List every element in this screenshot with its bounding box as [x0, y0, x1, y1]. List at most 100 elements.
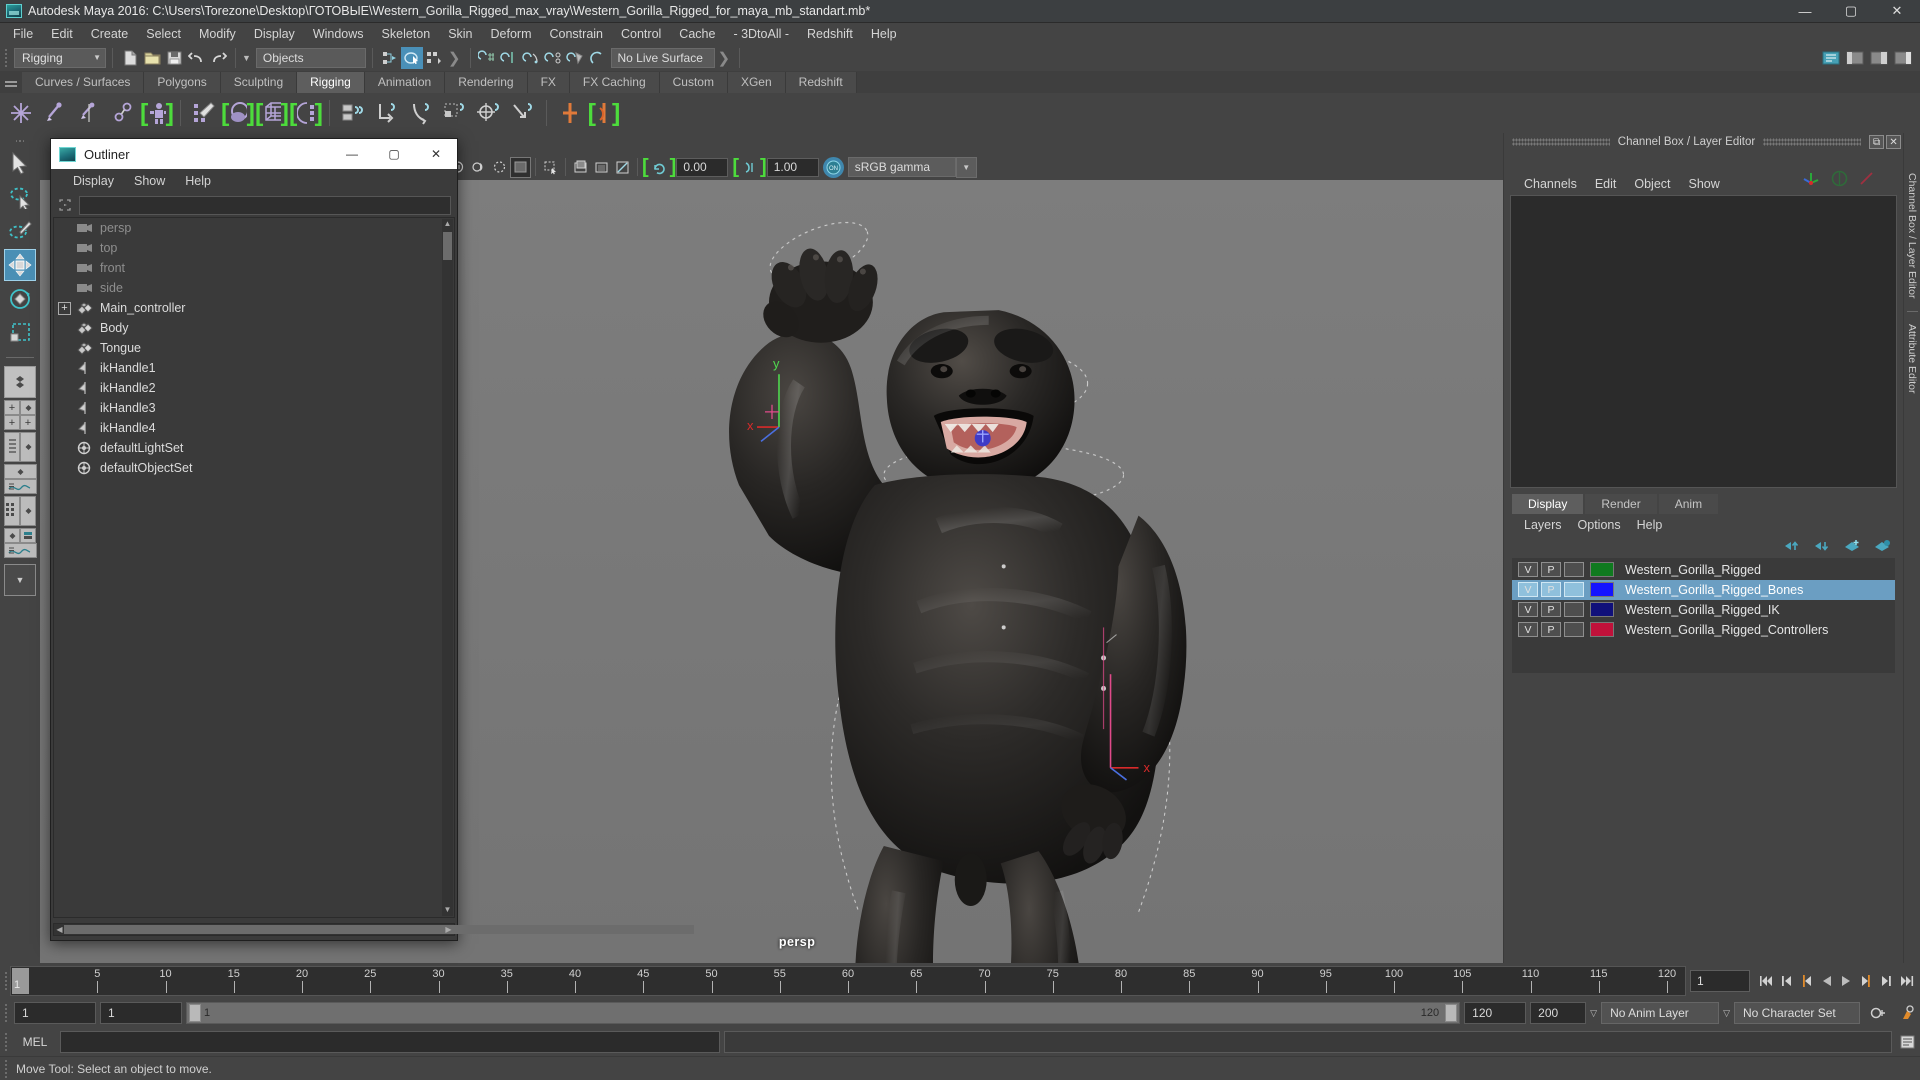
- layer-visibility-toggle[interactable]: V: [1518, 562, 1538, 577]
- shelf-tab-rendering[interactable]: Rendering: [445, 72, 528, 93]
- select-by-hierarchy-icon[interactable]: [379, 47, 401, 69]
- layer-display-type-toggle[interactable]: [1564, 562, 1584, 577]
- selection-mask-chevron-icon[interactable]: ▼: [242, 53, 256, 63]
- scrollbar-thumb[interactable]: [443, 232, 452, 260]
- outliner-menu-help[interactable]: Help: [175, 172, 221, 190]
- scroll-down-icon[interactable]: ▼: [442, 905, 453, 916]
- outliner-item-ikhandle2[interactable]: ikHandle2: [54, 378, 454, 398]
- show-hide-modeling-toolkit-icon[interactable]: [1844, 47, 1866, 69]
- shelf-menu-icon[interactable]: [0, 71, 22, 93]
- layer-name[interactable]: Western_Gorilla_Rigged_Bones: [1625, 583, 1803, 597]
- open-scene-icon[interactable]: [141, 47, 163, 69]
- anim-end-time-field[interactable]: 200: [1530, 1002, 1587, 1024]
- menu-skeleton[interactable]: Skeleton: [373, 25, 440, 43]
- two-sided-lighting-icon[interactable]: [570, 157, 591, 178]
- bind-skin-icon[interactable]: [ ]: [140, 96, 174, 130]
- layer-name[interactable]: Western_Gorilla_Rigged_IK: [1625, 603, 1780, 617]
- shelf-tab-fx[interactable]: FX: [527, 72, 570, 93]
- shelf-tab-redshift[interactable]: Redshift: [785, 72, 857, 93]
- outliner-item-tongue[interactable]: Tongue: [54, 338, 454, 358]
- layer-display-type-toggle[interactable]: [1564, 602, 1584, 617]
- layer-visibility-toggle[interactable]: V: [1518, 602, 1538, 617]
- scale-constraint-icon[interactable]: [438, 96, 472, 130]
- outliner-title-bar[interactable]: Outliner — ▢ ✕: [51, 139, 457, 169]
- layer-visibility-toggle[interactable]: V: [1518, 582, 1538, 597]
- outliner-item-top[interactable]: top: [54, 238, 454, 258]
- step-back-key-icon[interactable]: [1777, 970, 1796, 992]
- layer-row-western-gorilla-rigged-ik[interactable]: V P Western_Gorilla_Rigged_IK: [1512, 600, 1895, 620]
- layer-tab-anim[interactable]: Anim: [1658, 493, 1719, 514]
- outliner-item-side[interactable]: side: [54, 278, 454, 298]
- snap-to-view-plane-icon[interactable]: [565, 47, 587, 69]
- persp-graph-layout-icon[interactable]: [3, 464, 37, 494]
- outliner-minimize-button[interactable]: —: [331, 139, 373, 169]
- menu-skin[interactable]: Skin: [439, 25, 481, 43]
- aim-constraint-icon[interactable]: [472, 96, 506, 130]
- outliner-item-ikhandle4[interactable]: ikHandle4: [54, 418, 454, 438]
- layer-color-swatch[interactable]: [1590, 562, 1614, 577]
- go-to-start-icon[interactable]: [1757, 970, 1776, 992]
- toolbar-collapse-2-icon[interactable]: ❯: [715, 49, 734, 67]
- layer-row-western-gorilla-rigged[interactable]: V P Western_Gorilla_Rigged: [1512, 560, 1895, 580]
- outliner-item-defaultobjectset[interactable]: defaultObjectSet: [54, 458, 454, 478]
- layer-row-western-gorilla-rigged-bones[interactable]: V P Western_Gorilla_Rigged_Bones: [1512, 579, 1895, 600]
- layer-playback-toggle[interactable]: P: [1541, 582, 1561, 597]
- interactive-bind-skin-icon[interactable]: [ ]: [221, 96, 255, 130]
- four-view-layout-icon[interactable]: + + +: [3, 400, 37, 430]
- color-management-field[interactable]: sRGB gamma: [847, 157, 956, 177]
- viewport-display-icon[interactable]: [510, 156, 531, 178]
- layer-menu-help[interactable]: Help: [1629, 516, 1671, 534]
- script-editor-icon[interactable]: [1896, 1035, 1920, 1050]
- snap-to-grid-icon[interactable]: [477, 47, 499, 69]
- layer-playback-toggle[interactable]: P: [1541, 602, 1561, 617]
- vtab-attribute-editor[interactable]: Attribute Editor: [1905, 318, 1919, 399]
- layer-name[interactable]: Western_Gorilla_Rigged: [1625, 563, 1761, 577]
- close-panel-button[interactable]: ✕: [1886, 135, 1902, 149]
- range-slider-right-handle[interactable]: [1445, 1004, 1458, 1022]
- persp-outliner-graph-layout-icon[interactable]: [3, 528, 37, 558]
- outliner-item-main-controller[interactable]: + Main_controller: [54, 298, 454, 318]
- orient-constraint-icon[interactable]: [404, 96, 438, 130]
- cb-menu-edit[interactable]: Edit: [1587, 175, 1625, 193]
- toolbar-grip[interactable]: [2, 47, 10, 69]
- display-layer-list[interactable]: V P Western_Gorilla_Rigged V P Western_G…: [1512, 557, 1895, 673]
- menu-modify[interactable]: Modify: [190, 25, 245, 43]
- screenspace-ao-icon[interactable]: [612, 157, 633, 178]
- menuset-selector[interactable]: Rigging ▼: [14, 47, 106, 68]
- anim-layer-chevron-icon[interactable]: ▽: [1723, 1008, 1730, 1019]
- layer-playback-toggle[interactable]: P: [1541, 562, 1561, 577]
- paint-skin-weights-icon[interactable]: [187, 96, 221, 130]
- range-start-time-field[interactable]: 1: [100, 1002, 182, 1024]
- scroll-up-icon[interactable]: ▲: [442, 219, 453, 230]
- redo-icon[interactable]: [207, 47, 229, 69]
- restore-panel-button[interactable]: ⧉: [1869, 135, 1885, 149]
- move-tool-icon[interactable]: [4, 249, 36, 281]
- select-tool-icon[interactable]: [4, 147, 36, 179]
- playback-options-chevron-icon[interactable]: ▽: [1590, 1008, 1597, 1019]
- undo-icon[interactable]: [185, 47, 207, 69]
- shelf-tab-xgen[interactable]: XGen: [727, 72, 786, 93]
- outliner-horizontal-scrollbar[interactable]: ◀ ▶: [53, 922, 694, 936]
- menu-deform[interactable]: Deform: [482, 25, 541, 43]
- range-slider-grip[interactable]: [2, 1002, 10, 1024]
- layer-color-swatch[interactable]: [1590, 582, 1614, 597]
- exposure-reset-icon[interactable]: [649, 157, 670, 178]
- scroll-right-icon[interactable]: ▶: [443, 924, 454, 935]
- gamma-value-field[interactable]: 1.00: [766, 157, 819, 177]
- mirror-skin-weights-icon[interactable]: [ ]: [289, 96, 323, 130]
- outliner-item-ikhandle1[interactable]: ikHandle1: [54, 358, 454, 378]
- pole-vector-constraint-icon[interactable]: [506, 96, 540, 130]
- menu-create[interactable]: Create: [82, 25, 138, 43]
- save-scene-icon[interactable]: [163, 47, 185, 69]
- outliner-search-input[interactable]: [79, 195, 451, 215]
- time-slider-grip[interactable]: [2, 970, 10, 992]
- shelf-tab-custom[interactable]: Custom: [659, 72, 728, 93]
- shelf-tab-sculpting[interactable]: Sculpting: [220, 72, 298, 93]
- point-constraint-icon[interactable]: [370, 96, 404, 130]
- menu-file[interactable]: File: [4, 25, 42, 43]
- paint-select-tool-icon[interactable]: [4, 215, 36, 247]
- auto-key-icon[interactable]: [1864, 1005, 1890, 1021]
- current-frame-field[interactable]: 1: [1690, 969, 1750, 992]
- time-cursor[interactable]: 1: [12, 967, 29, 994]
- smooth-bind-lattice-icon[interactable]: [ ]: [255, 96, 289, 130]
